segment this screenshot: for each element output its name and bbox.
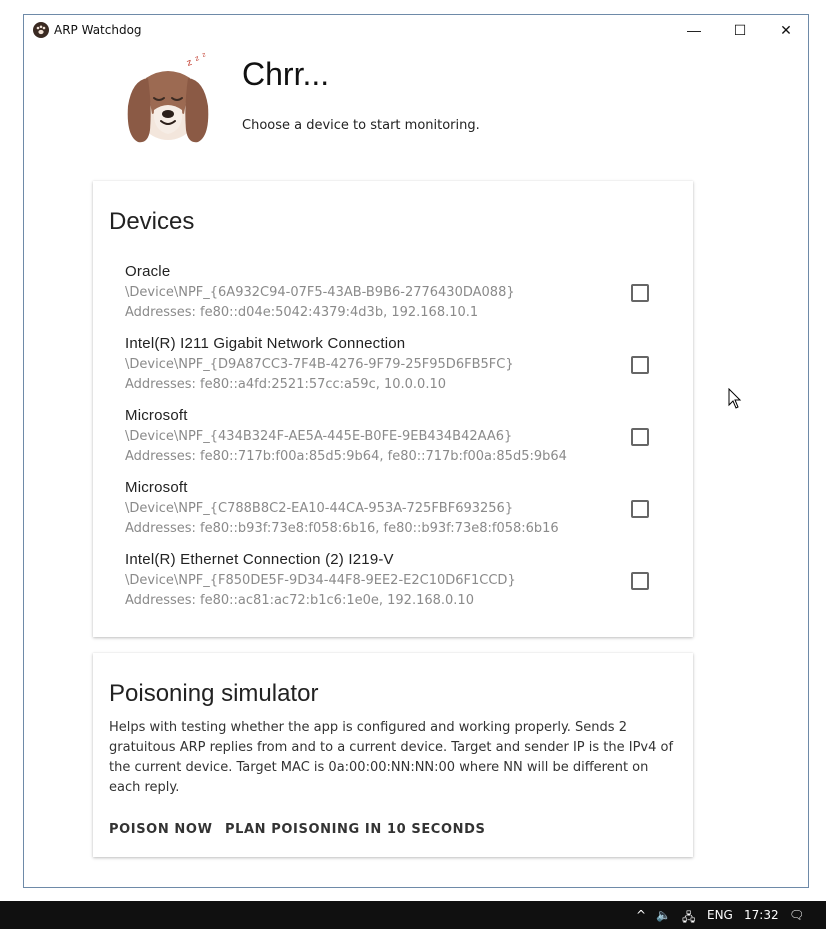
- device-addresses: Addresses: fe80::d04e:5042:4379:4d3b, 19…: [125, 305, 479, 320]
- mouse-cursor-icon: [728, 388, 742, 409]
- device-checkbox[interactable]: [631, 356, 649, 374]
- maximize-button[interactable]: ☐: [717, 15, 763, 45]
- device-addresses: Addresses: fe80::a4fd:2521:57cc:a59c, 10…: [125, 377, 447, 392]
- device-name: Microsoft: [125, 479, 188, 496]
- device-name: Intel(R) I211 Gigabit Network Connection: [125, 335, 406, 352]
- device-item[interactable]: Oracle \Device\NPF_{6A932C94-07F5-43AB-B…: [125, 263, 665, 329]
- svg-text:z: z: [186, 58, 194, 69]
- close-button[interactable]: ✕: [763, 15, 809, 45]
- status-headline: Chrr...: [242, 56, 330, 92]
- clock[interactable]: 17:32: [744, 908, 779, 922]
- plan-poisoning-button[interactable]: PLAN POISONING IN 10 SECONDS: [225, 822, 485, 837]
- volume-icon[interactable]: 🔈: [656, 908, 671, 922]
- poisoning-simulator-card: Poisoning simulator Helps with testing w…: [93, 653, 693, 857]
- device-checkbox[interactable]: [631, 428, 649, 446]
- window-title: ARP Watchdog: [54, 23, 142, 37]
- device-checkbox[interactable]: [631, 500, 649, 518]
- taskbar: ^ 🔈 🖧 ENG 17:32 🗨: [0, 901, 826, 929]
- show-hidden-icons-chevron-icon[interactable]: ^: [636, 908, 646, 922]
- device-path: \Device\NPF_{D9A87CC3-7F4B-4276-9F79-25F…: [125, 357, 514, 372]
- device-path: \Device\NPF_{F850DE5F-9D34-44F8-9EE2-E2C…: [125, 573, 516, 588]
- status-header: z z z Chrr... Choose a device to start m…: [118, 50, 618, 150]
- device-checkbox[interactable]: [631, 572, 649, 590]
- device-name: Oracle: [125, 263, 171, 280]
- status-subtitle: Choose a device to start monitoring.: [242, 118, 480, 133]
- device-item[interactable]: Microsoft \Device\NPF_{434B324F-AE5A-445…: [125, 407, 665, 473]
- device-addresses: Addresses: fe80::717b:f00a:85d5:9b64, fe…: [125, 449, 567, 464]
- device-path: \Device\NPF_{6A932C94-07F5-43AB-B9B6-277…: [125, 285, 515, 300]
- svg-text:z: z: [201, 51, 206, 59]
- simulator-description: Helps with testing whether the app is co…: [109, 720, 674, 795]
- device-name: Microsoft: [125, 407, 188, 424]
- input-language-indicator[interactable]: ENG: [707, 908, 733, 922]
- svg-text:z: z: [194, 54, 200, 63]
- device-item[interactable]: Intel(R) Ethernet Connection (2) I219-V …: [125, 551, 665, 617]
- network-icon[interactable]: 🖧: [682, 908, 695, 929]
- paw-icon: [33, 22, 49, 38]
- device-item[interactable]: Intel(R) I211 Gigabit Network Connection…: [125, 335, 665, 401]
- sleeping-dog-icon: z z z: [127, 51, 209, 143]
- notifications-icon[interactable]: 🗨: [789, 908, 804, 922]
- device-item[interactable]: Microsoft \Device\NPF_{C788B8C2-EA10-44C…: [125, 479, 665, 545]
- poison-now-button[interactable]: POISON NOW: [109, 822, 213, 837]
- device-path: \Device\NPF_{C788B8C2-EA10-44CA-953A-725…: [125, 501, 514, 516]
- device-path: \Device\NPF_{434B324F-AE5A-445E-B0FE-9EB…: [125, 429, 513, 444]
- minimize-button[interactable]: —: [671, 15, 717, 45]
- device-addresses: Addresses: fe80::ac81:ac72:b1c6:1e0e, 19…: [125, 593, 474, 608]
- devices-card: Devices Oracle \Device\NPF_{6A932C94-07F…: [93, 181, 693, 637]
- device-name: Intel(R) Ethernet Connection (2) I219-V: [125, 551, 394, 568]
- device-addresses: Addresses: fe80::b93f:73e8:f058:6b16, fe…: [125, 521, 559, 536]
- devices-title: Devices: [109, 208, 195, 235]
- title-bar[interactable]: ARP Watchdog — ☐ ✕: [24, 15, 808, 45]
- simulator-title: Poisoning simulator: [109, 680, 319, 707]
- device-checkbox[interactable]: [631, 284, 649, 302]
